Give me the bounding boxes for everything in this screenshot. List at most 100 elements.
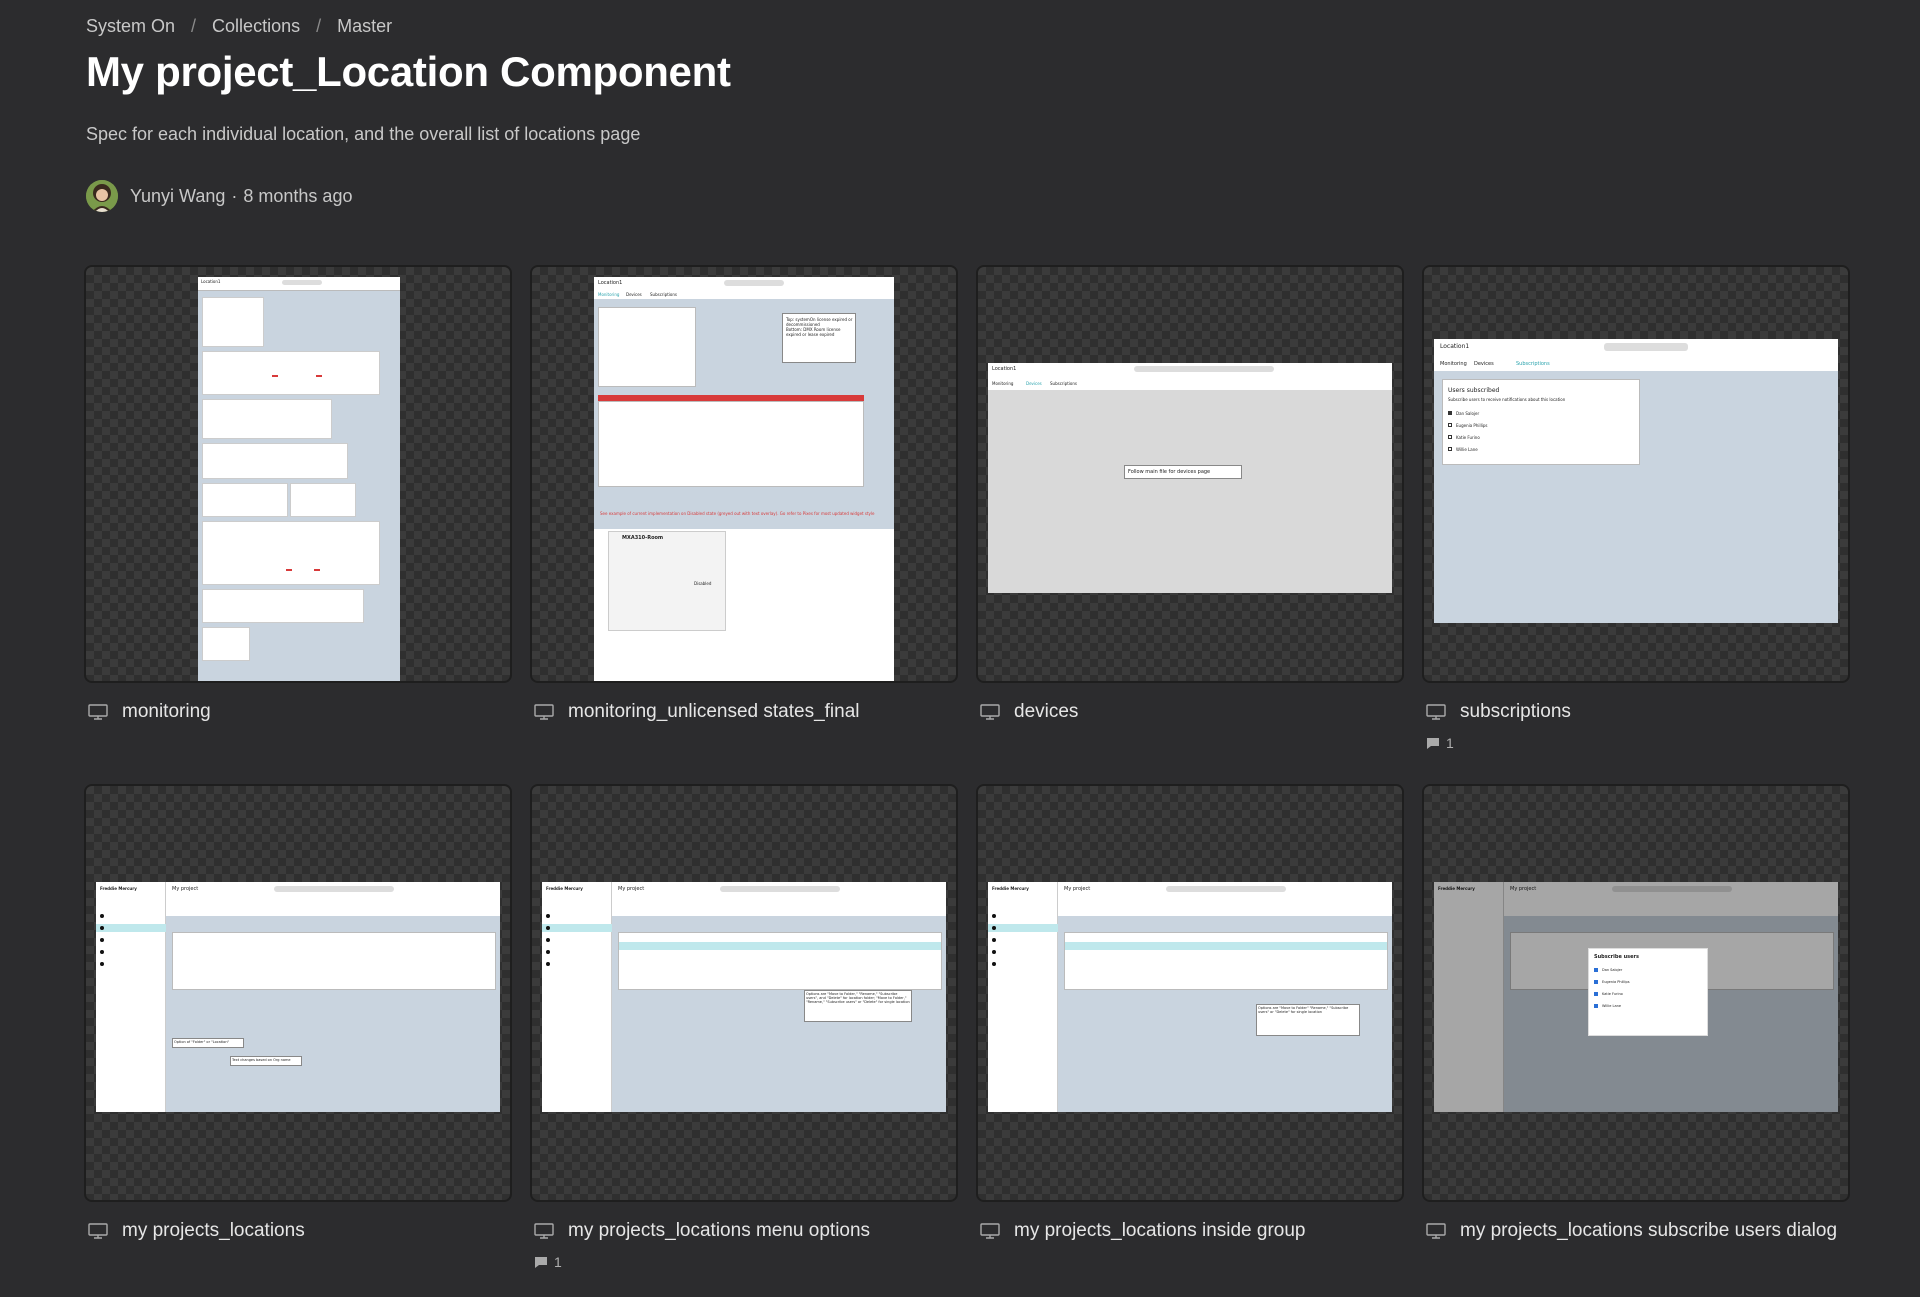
- artboard-thumbnail[interactable]: Freddie Mercury My project Subscribe use…: [1422, 784, 1850, 1202]
- thumb-text: Dan Salojer: [1602, 968, 1623, 972]
- thumb-text: Options are "Move to Folder," "Rename," …: [806, 992, 910, 1004]
- thumb-text: Eugenia Phillips: [1456, 423, 1488, 428]
- breadcrumb-system-on[interactable]: System On: [86, 16, 175, 37]
- comment-count[interactable]: 1: [534, 1254, 958, 1270]
- artboard-card[interactable]: Location1 Monitoring Devices Subscriptio…: [530, 265, 958, 723]
- artboard-card[interactable]: Location1 Monitoring Devices Subscriptio…: [976, 265, 1404, 723]
- artboard-thumbnail[interactable]: Freddie Mercury My project Option of "Fo…: [84, 784, 512, 1202]
- artboard-label[interactable]: my projects_locations subscribe users di…: [1422, 1220, 1850, 1242]
- thumb-text: Subscriptions: [650, 292, 677, 297]
- artboard-thumbnail[interactable]: Location1: [84, 265, 512, 683]
- thumb-text: Subscriptions: [1050, 381, 1077, 386]
- thumb-text: Subscribe users: [1594, 954, 1639, 960]
- thumb-text: Freddie Mercury: [100, 886, 137, 891]
- screen-icon: [88, 1223, 108, 1239]
- artboard-card[interactable]: Freddie Mercury My project Options are "…: [976, 784, 1404, 1242]
- screen-icon: [1426, 1223, 1446, 1239]
- artboard-card[interactable]: Freddie Mercury My project Option of "Fo…: [84, 784, 512, 1242]
- artboard-label[interactable]: monitoring_unlicensed states_final: [530, 701, 958, 723]
- artboard-label[interactable]: my projects_locations inside group: [976, 1220, 1404, 1242]
- thumb-text: Location1: [598, 280, 623, 286]
- screen-icon: [88, 704, 108, 720]
- thumbnail-mockup: Freddie Mercury My project Options are "…: [542, 882, 946, 1112]
- comment-count-value: 1: [1446, 735, 1454, 751]
- artboard-card[interactable]: Freddie Mercury My project Subscribe use…: [1422, 784, 1850, 1242]
- thumbnail-mockup: Freddie Mercury My project Option of "Fo…: [96, 882, 500, 1112]
- comment-count-value: 1: [554, 1254, 562, 1270]
- screen-icon: [534, 1223, 554, 1239]
- artboard-thumbnail[interactable]: Location1 Monitoring Devices Subscriptio…: [1422, 265, 1850, 683]
- thumb-text: Location1: [201, 279, 221, 284]
- thumb-text: My project: [618, 886, 645, 892]
- author-name[interactable]: Yunyi Wang: [130, 186, 225, 207]
- artboard-name: my projects_locations inside group: [1014, 1220, 1306, 1241]
- artboard-thumbnail[interactable]: Freddie Mercury My project Options are "…: [976, 784, 1404, 1202]
- thumb-text: Monitoring: [1440, 361, 1467, 367]
- thumbnail-mockup: Location1: [198, 277, 400, 681]
- comment-count[interactable]: 1: [1426, 735, 1850, 751]
- thumb-text: Willie Lane: [1602, 1004, 1622, 1008]
- thumb-text: My project: [172, 886, 199, 892]
- thumbnail-mockup: Location1 Monitoring Devices Subscriptio…: [1434, 339, 1838, 623]
- thumb-text: Freddie Mercury: [546, 886, 583, 891]
- thumb-text: Devices: [1474, 361, 1494, 367]
- artboard-card[interactable]: Location1 Monitoring Devices Subscriptio…: [1422, 265, 1850, 751]
- screen-icon: [980, 704, 1000, 720]
- thumb-text: Subscribe users to receive notifications…: [1448, 397, 1566, 402]
- author-time: 8 months ago: [243, 185, 353, 206]
- thumb-text: Options are "Move to Folder" "Rename," "…: [1258, 1006, 1349, 1014]
- thumbnail-mockup: Location1 Monitoring Devices Subscriptio…: [594, 277, 894, 681]
- artboard-thumbnail[interactable]: Freddie Mercury My project Options are "…: [530, 784, 958, 1202]
- thumb-text: Users subscribed: [1448, 387, 1500, 394]
- thumb-text: Katie Furino: [1602, 992, 1623, 996]
- breadcrumb-master[interactable]: Master: [337, 16, 392, 37]
- artboard-name: monitoring_unlicensed states_final: [568, 701, 860, 722]
- thumb-text: Eugenia Phillips: [1602, 980, 1630, 984]
- thumbnail-mockup: Freddie Mercury My project Subscribe use…: [1434, 882, 1838, 1112]
- breadcrumb-collections[interactable]: Collections: [212, 16, 300, 37]
- thumb-text: Monitoring: [598, 292, 620, 297]
- thumb-text: Dan Salojer: [1456, 411, 1480, 416]
- artboard-card[interactable]: Location1 monitoring: [84, 265, 512, 723]
- thumb-text: Subscriptions: [1516, 361, 1550, 367]
- thumbnail-mockup: Freddie Mercury My project Options are "…: [988, 882, 1392, 1112]
- screen-icon: [534, 704, 554, 720]
- author-row: Yunyi Wang · 8 months ago: [86, 180, 352, 212]
- artboard-name: subscriptions: [1460, 701, 1571, 722]
- artboard-label[interactable]: monitoring: [84, 701, 512, 723]
- thumb-text: Follow main file for devices page: [1128, 469, 1211, 475]
- thumb-text: Option of "Folder" or "Location": [174, 1040, 230, 1044]
- thumb-text: Location1: [1440, 343, 1470, 350]
- artboard-thumbnail[interactable]: Location1 Monitoring Devices Subscriptio…: [530, 265, 958, 683]
- thumb-text: MXA310-Room: [622, 535, 664, 541]
- thumb-text: Top: systemOn license expired or decommi…: [786, 317, 853, 337]
- thumb-text: Freddie Mercury: [992, 886, 1029, 891]
- artboard-label[interactable]: my projects_locations: [84, 1220, 512, 1242]
- breadcrumb-separator: /: [316, 16, 322, 36]
- artboard-name: my projects_locations: [122, 1220, 305, 1241]
- artboard-name: my projects_locations subscribe users di…: [1460, 1220, 1838, 1241]
- artboard-thumbnail[interactable]: Location1 Monitoring Devices Subscriptio…: [976, 265, 1404, 683]
- breadcrumb: System On / Collections / Master: [86, 16, 392, 37]
- thumb-text: Willie Lane: [1456, 447, 1478, 452]
- artboard-label[interactable]: my projects_locations menu options: [530, 1220, 958, 1242]
- thumb-text: Katie Furino: [1456, 435, 1480, 440]
- thumbnail-mockup: Location1 Monitoring Devices Subscriptio…: [988, 363, 1392, 593]
- thumb-text: Location1: [992, 366, 1017, 372]
- artboard-label[interactable]: devices: [976, 701, 1404, 723]
- thumb-text: Devices: [1026, 381, 1042, 386]
- artboard-label[interactable]: subscriptions: [1422, 701, 1850, 723]
- thumb-text: Disabled: [694, 581, 712, 586]
- page-title: My project_Location Component: [86, 48, 731, 95]
- thumb-text: Devices: [626, 292, 642, 297]
- author-separator: ·: [231, 185, 238, 206]
- page-subtitle: Spec for each individual location, and t…: [86, 124, 641, 144]
- screen-icon: [980, 1223, 1000, 1239]
- comment-icon: [535, 1256, 547, 1268]
- thumb-text: Text changes based on Org name: [232, 1058, 291, 1062]
- thumb-text: Monitoring: [992, 381, 1014, 386]
- avatar[interactable]: [86, 180, 118, 212]
- thumb-text: My project: [1064, 886, 1091, 892]
- artboard-card[interactable]: Freddie Mercury My project Options are "…: [530, 784, 958, 1270]
- breadcrumb-separator: /: [191, 16, 197, 36]
